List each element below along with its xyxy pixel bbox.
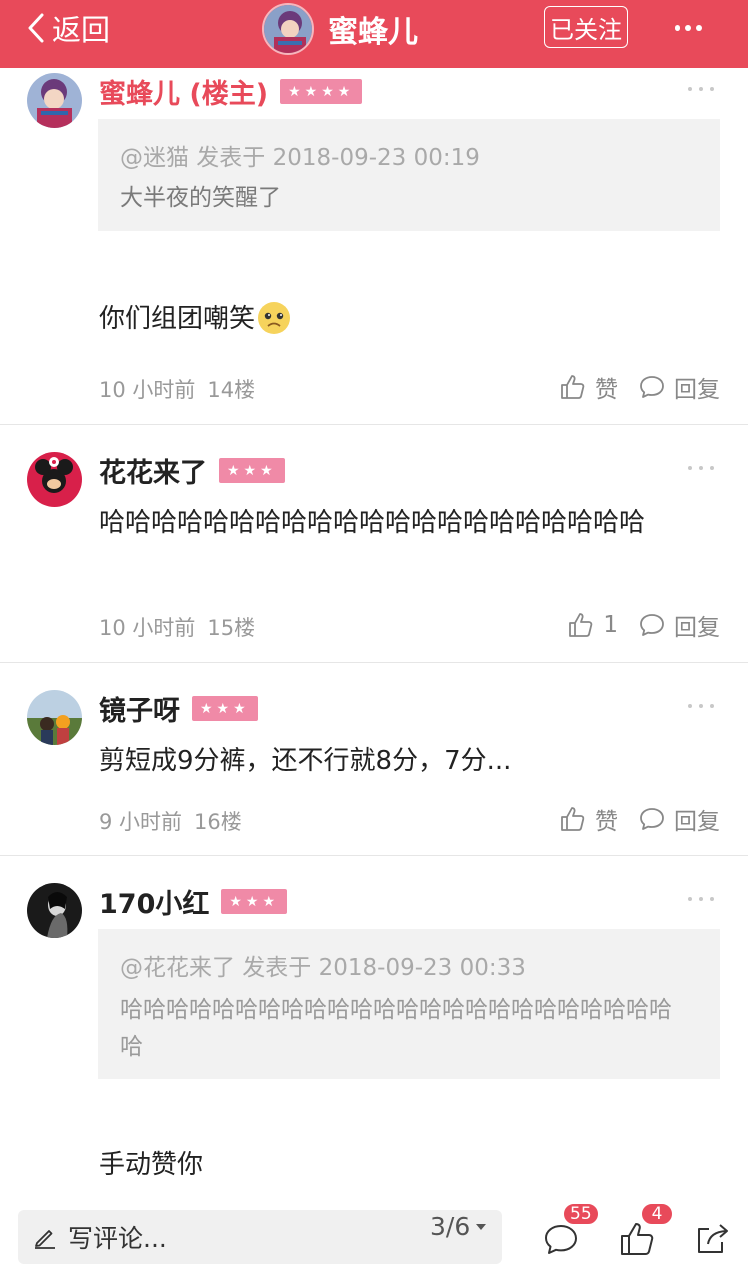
bottom-toolbar: 写评论... 3/6 55 4 [0,1202,748,1280]
divider [0,424,748,425]
page-indicator: 3/6 [430,1212,471,1241]
reply-button[interactable]: 回复 [638,802,720,836]
more-icon[interactable] [688,85,714,93]
comment-meta: 9 小时前 16楼 [99,806,242,836]
avatar[interactable] [27,452,82,507]
username[interactable]: 蜜蜂儿 (楼主) [99,72,268,111]
comment-text: 手动赞你 [99,1150,204,1180]
like-count-badge: 4 [640,1202,674,1226]
avatar[interactable] [27,73,82,128]
comment-header: 镜子呀 ★★★ [99,689,258,728]
reply-label: 回复 [674,377,720,403]
back-button[interactable]: 返回 [26,12,110,47]
reply-button[interactable]: 回复 [638,370,720,404]
comment-header: 170小红 ★★★ [99,882,288,921]
quote-text: 大半夜的笑醒了 [120,185,281,211]
like-button[interactable]: 赞 [559,370,618,404]
level-badge: ★★★★ [280,79,363,104]
floor-number: 14楼 [207,378,256,402]
comment-actions: 1 回复 [547,608,720,642]
speech-bubble-icon [640,808,664,830]
more-icon[interactable] [688,895,714,903]
share-button[interactable] [694,1220,732,1258]
comment-actions: 赞 回复 [539,802,720,836]
timestamp: 9 小时前 [99,810,183,834]
like-count: 1 [603,612,618,638]
pencil-icon [35,1230,55,1249]
username[interactable]: 170小红 [99,882,209,921]
avatar[interactable] [27,690,82,745]
page-selector[interactable]: 3/6 [430,1212,487,1241]
username[interactable]: 镜子呀 [99,689,180,728]
speech-bubble-icon [640,614,664,636]
like-label: 赞 [595,809,618,835]
quote-meta: @花花来了 发表于 2018-09-23 00:33 [120,955,526,981]
reply-button[interactable]: 回复 [638,608,720,642]
level-badge: ★★★ [219,458,285,483]
level-badge: ★★★ [221,889,288,914]
more-icon[interactable] [672,14,704,42]
timestamp: 10 小时前 [99,378,196,402]
timestamp: 10 小时前 [99,616,196,640]
level-badge: ★★★ [192,696,258,721]
like-button[interactable]: 1 [567,611,618,639]
speech-bubble-icon [640,376,664,398]
floor-number: 16楼 [194,810,242,834]
thumbs-up-icon [561,807,585,831]
floor-number: 15楼 [207,616,256,640]
comment-meta: 10 小时前 14楼 [99,374,255,404]
back-label: 返回 [52,13,111,47]
thumbs-up-icon [569,613,593,637]
reply-label: 回复 [674,615,720,641]
chevron-left-icon [28,13,44,43]
comment-header: 蜜蜂儿 (楼主) ★★★★ [99,72,363,111]
comment-meta: 10 小时前 15楼 [99,612,255,642]
quote-text: 哈哈哈哈哈哈哈哈哈哈哈哈哈哈哈哈哈哈哈哈哈哈哈哈哈 [120,997,672,1060]
comment-text-content: 你们组团嘲笑 [99,304,256,334]
more-icon[interactable] [688,702,714,710]
divider [0,855,748,856]
page-title: 蜜蜂儿 [328,15,418,50]
write-comment-placeholder: 写评论... [68,1224,167,1253]
comment-count-badge: 55 [562,1202,600,1226]
comment-text: 剪短成9分裤，还不行就8分，7分... [99,746,512,776]
follow-button[interactable]: 已关注 [544,6,628,48]
thumbs-up-icon [561,375,585,399]
upset-face-emoji [258,302,291,334]
comment-text: 你们组团嘲笑 [99,296,724,342]
reply-label: 回复 [674,809,720,835]
like-label: 赞 [595,377,618,403]
more-icon[interactable] [688,464,714,472]
quoted-comment[interactable]: @花花来了 发表于 2018-09-23 00:33 哈哈哈哈哈哈哈哈哈哈哈哈哈… [98,929,720,1079]
avatar[interactable] [27,883,82,938]
username[interactable]: 花花来了 [99,451,207,490]
divider [0,662,748,663]
comment-text: 哈哈哈哈哈哈哈哈哈哈哈哈哈哈哈哈哈哈哈哈哈 [99,508,646,538]
avatar[interactable] [262,3,314,55]
header-user[interactable]: 蜜蜂儿 [262,3,418,55]
share-icon [698,1224,728,1253]
comment-header: 花花来了 ★★★ [99,451,285,490]
like-button[interactable]: 赞 [559,802,618,836]
top-nav-bar: 返回 蜜蜂儿 已关注 [0,0,748,68]
quote-meta: @迷猫 发表于 2018-09-23 00:19 [120,145,480,171]
comment-actions: 赞 回复 [539,370,720,404]
caret-down-icon [476,1223,487,1230]
quoted-comment[interactable]: @迷猫 发表于 2018-09-23 00:19 大半夜的笑醒了 [98,119,720,231]
